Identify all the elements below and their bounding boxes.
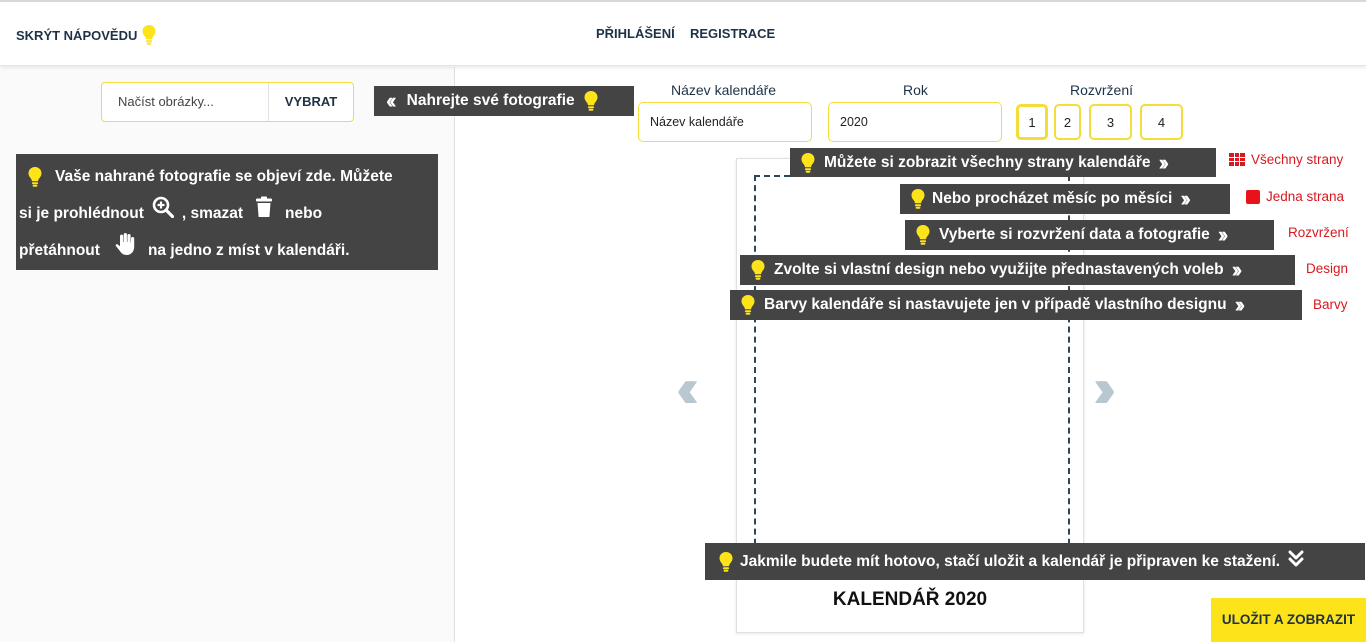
double-chevron-left-icon: ‹‹ [386, 88, 396, 113]
zoom-in-icon [152, 195, 174, 232]
tip-month-text: Nebo procházet měsíc po měsíci [932, 190, 1173, 207]
tip-photos-line-3: přetáhnout na jedno z míst v kalendáři. [19, 232, 435, 269]
all-pages-label: Všechny strany [1251, 152, 1344, 167]
hide-help-toggle[interactable]: SKRÝT NÁPOVĚDU [16, 24, 157, 46]
tip-save-text: Jakmile budete mít hotovo, stačí uložit … [740, 552, 1281, 570]
tip-photos-text-1: Vaše nahrané fotografie se objeví zde. M… [55, 168, 393, 185]
tip-all-pages: Můžete si zobrazit všechny strany kalend… [790, 148, 1216, 177]
tip-photos-line-1: Vaše nahrané fotografie se objeví zde. M… [19, 158, 435, 195]
calendar-name-label: Název kalendáře [671, 82, 777, 98]
one-page-label: Jedna strana [1266, 189, 1345, 204]
lightbulb-icon [910, 188, 926, 210]
tip-month: Nebo procházet měsíc po měsíci ›› [900, 184, 1230, 214]
double-chevron-down-icon [1288, 550, 1304, 573]
grid-icon [1229, 153, 1245, 166]
tip-photos-text-3b: na jedno z míst v kalendáři. [147, 242, 350, 259]
lightbulb-icon [915, 224, 931, 246]
hand-icon [114, 232, 136, 270]
layout-option-1[interactable]: 1 [1016, 104, 1048, 140]
tip-upload: ‹‹ Nahrejte své fotografie [374, 86, 634, 116]
tip-save: Jakmile budete mít hotovo, stačí uložit … [705, 543, 1365, 580]
register-link[interactable]: REGISTRACE [690, 26, 775, 41]
double-chevron-right-icon: ›› [1231, 257, 1242, 282]
double-chevron-right-icon: ›› [1217, 222, 1228, 247]
lightbulb-icon [583, 90, 599, 112]
tip-photos-text-2a: si je prohlédnout [19, 205, 144, 222]
tip-colors-text: Barvy kalendáře si nastavujete jen v pří… [764, 296, 1227, 313]
top-bar: SKRÝT NÁPOVĚDU PŘIHLÁŠENÍ REGISTRACE [0, 0, 1366, 66]
square-icon [1246, 189, 1260, 204]
layout-label: Rozvržení [1070, 82, 1134, 98]
double-chevron-right-icon: ›› [1234, 292, 1245, 317]
year-input[interactable]: 2020 [828, 102, 1002, 142]
tip-photos-text-2b: , smazat [181, 205, 244, 222]
save-and-show-button[interactable]: ULOŽIT A ZOBRAZIT [1211, 598, 1366, 642]
login-link[interactable]: PŘIHLÁŠENÍ [596, 26, 675, 41]
lightbulb-icon [750, 259, 766, 281]
lightbulb-icon [800, 152, 816, 174]
lightbulb-icon [141, 24, 157, 46]
year-label: Rok [903, 82, 928, 98]
double-chevron-right-icon: ›› [1180, 186, 1190, 211]
lightbulb-icon [27, 166, 43, 188]
colors-link[interactable]: Barvy [1313, 297, 1348, 312]
tip-colors: Barvy kalendáře si nastavujete jen v pří… [730, 290, 1302, 320]
tip-upload-text: Nahrejte své fotografie [406, 92, 575, 109]
double-chevron-right-icon: ›› [1158, 149, 1168, 175]
tip-photos-text-2c: nebo [285, 205, 323, 222]
tip-all-pages-text: Můžete si zobrazit všechny strany kalend… [824, 153, 1151, 171]
one-page-link[interactable]: Jedna strana [1246, 189, 1344, 204]
calendar-title: KALENDÁŘ 2020 [832, 589, 988, 610]
choose-button[interactable]: VYBRAT [268, 83, 353, 121]
design-link[interactable]: Design [1306, 261, 1348, 276]
all-pages-link[interactable]: Všechny strany [1229, 152, 1343, 167]
calendar-name-input[interactable]: Název kalendáře [638, 102, 812, 142]
lightbulb-icon [740, 294, 756, 316]
tip-photos-line-2: si je prohlédnout , smazat nebo [19, 195, 435, 232]
tip-design-text: Zvolte si vlastní design nebo využijte p… [774, 261, 1224, 278]
trash-icon [255, 195, 273, 232]
double-chevron-right-icon[interactable]: ›› [1093, 360, 1117, 416]
layout-option-3[interactable]: 3 [1089, 104, 1132, 140]
tip-layout-text: Vyberte si rozvržení data a fotografie [939, 226, 1210, 243]
tip-layout: Vyberte si rozvržení data a fotografie ›… [905, 220, 1274, 250]
double-chevron-left-icon[interactable]: ‹‹ [676, 360, 700, 416]
uploader-placeholder[interactable]: Načíst obrázky... [102, 83, 268, 121]
tip-photos: Vaše nahrané fotografie se objeví zde. M… [16, 154, 438, 270]
lightbulb-icon [718, 551, 734, 573]
image-uploader[interactable]: Načíst obrázky... VYBRAT [101, 82, 354, 122]
layout-link[interactable]: Rozvržení [1288, 225, 1349, 240]
layout-option-4[interactable]: 4 [1140, 104, 1183, 140]
hide-help-label: SKRÝT NÁPOVĚDU [16, 27, 138, 43]
tip-design: Zvolte si vlastní design nebo využijte p… [740, 255, 1295, 285]
layout-option-2[interactable]: 2 [1054, 104, 1081, 140]
tip-photos-text-3a: přetáhnout [19, 242, 100, 259]
